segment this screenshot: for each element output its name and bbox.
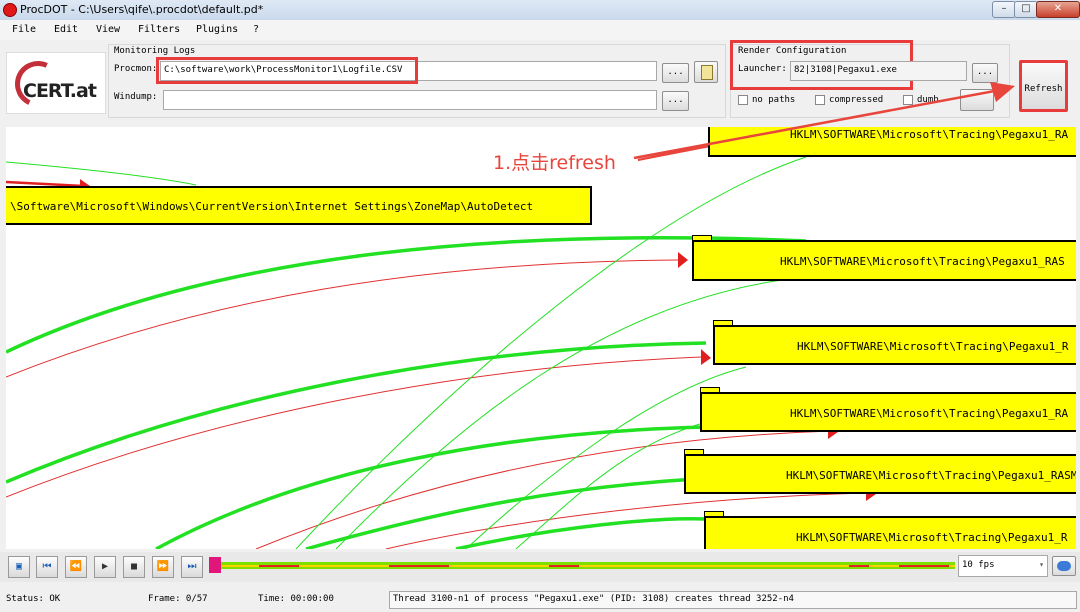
chevron-down-icon: ▾ — [1039, 560, 1044, 569]
registry-node[interactable]: HKLM\SOFTWARE\Microsoft\Tracing\Pegaxu1_… — [700, 392, 1076, 432]
menu-bar: File Edit View Filters Plugins ? — [0, 20, 1080, 40]
refresh-button[interactable]: Refresh — [1019, 60, 1068, 112]
edge-line — [155, 425, 707, 549]
registry-node[interactable]: HKLM\SOFTWARE\Microsoft\Tracing\Pegaxu1_… — [713, 325, 1076, 365]
frame-text: Frame: 0/57 — [148, 594, 208, 604]
edge-arrow — [701, 349, 711, 365]
annotation-label: 1.点击refresh — [493, 152, 616, 174]
fps-value: 10 fps — [962, 560, 995, 570]
timeline-event-marker — [849, 565, 869, 567]
render-config-label: Render Configuration — [738, 46, 847, 56]
edge-arrow — [678, 252, 688, 268]
edge-line — [6, 161, 197, 186]
film-icon[interactable]: ▣ — [8, 556, 30, 578]
procmon-highlight — [156, 57, 418, 84]
edge-line — [6, 341, 707, 484]
skip-end-icon[interactable]: ⏭ — [181, 556, 203, 578]
registry-node[interactable]: HKLM\SOFTWARE\Microsoft\Tracing\Pegaxu1_… — [692, 240, 1076, 281]
timeline-event-marker — [259, 565, 299, 567]
forward-icon[interactable]: ⏩ — [152, 556, 174, 578]
registry-node[interactable]: \Software\Microsoft\Windows\CurrentVersi… — [6, 186, 592, 225]
registry-node[interactable]: HKLM\SOFTWARE\Microsoft\Tracing\Pegaxu1_… — [684, 454, 1076, 494]
annotation-arrow-shaft — [633, 88, 1001, 160]
rewind-icon[interactable]: ⏪ — [65, 556, 87, 578]
timeline-event-marker — [899, 565, 949, 567]
speech-bubble-icon — [1057, 561, 1071, 571]
timeline-event-marker — [549, 565, 579, 567]
timeline-cursor[interactable] — [209, 557, 221, 573]
timeline-track-center — [209, 565, 955, 567]
time-text: Time: 00:00:00 — [258, 594, 334, 604]
edge-line — [455, 517, 707, 549]
menu-filters[interactable]: Filters — [138, 24, 180, 35]
graph-canvas[interactable]: HKLM\SOFTWARE\Microsoft\Tracing\Pegaxu1_… — [6, 127, 1076, 549]
cert-logo: CERT.at — [6, 52, 106, 114]
windump-path-field[interactable] — [163, 90, 657, 110]
minimize-button[interactable]: – — [992, 1, 1016, 18]
menu-file[interactable]: File — [12, 24, 36, 35]
launcher-label: Launcher: — [738, 64, 787, 74]
procmon-label: Procmon: — [114, 64, 158, 74]
menu-edit[interactable]: Edit — [54, 24, 78, 35]
launcher-field[interactable]: 82|3108|Pegaxu1.exe — [790, 61, 967, 81]
monitoring-logs-label: Monitoring Logs — [114, 46, 196, 56]
registry-node[interactable]: HKLM\SOFTWARE\Microsoft\Tracing\Pegaxu1_… — [704, 516, 1076, 549]
document-icon — [701, 65, 713, 80]
window-title: ProcDOT - C:\Users\qife\.procdot\default… — [20, 3, 264, 16]
menu-help[interactable]: ? — [253, 24, 259, 35]
status-text: Status: OK — [6, 594, 61, 604]
play-icon[interactable]: ▶ — [94, 556, 116, 578]
edge-line — [6, 259, 679, 378]
menu-view[interactable]: View — [96, 24, 120, 35]
app-icon — [3, 3, 17, 17]
menu-plugins[interactable]: Plugins — [196, 24, 238, 35]
logo-text: CERT.at — [23, 80, 97, 102]
fps-select[interactable]: 10 fps ▾ — [958, 555, 1048, 577]
status-message: Thread 3100-n1 of process "Pegaxu1.exe" … — [389, 591, 1077, 609]
timeline-slider[interactable] — [209, 557, 955, 573]
maximize-button[interactable]: □ — [1014, 1, 1038, 18]
chat-button[interactable] — [1052, 556, 1076, 576]
timeline-event-marker — [389, 565, 449, 567]
skip-start-icon[interactable]: ⏮ — [36, 556, 58, 578]
stop-icon[interactable]: ■ — [123, 556, 145, 578]
annotation-arrowhead — [990, 82, 1015, 102]
close-button[interactable]: ✕ — [1036, 1, 1080, 18]
annotation-arrow — [633, 82, 1015, 160]
windump-label: Windump: — [114, 92, 158, 102]
